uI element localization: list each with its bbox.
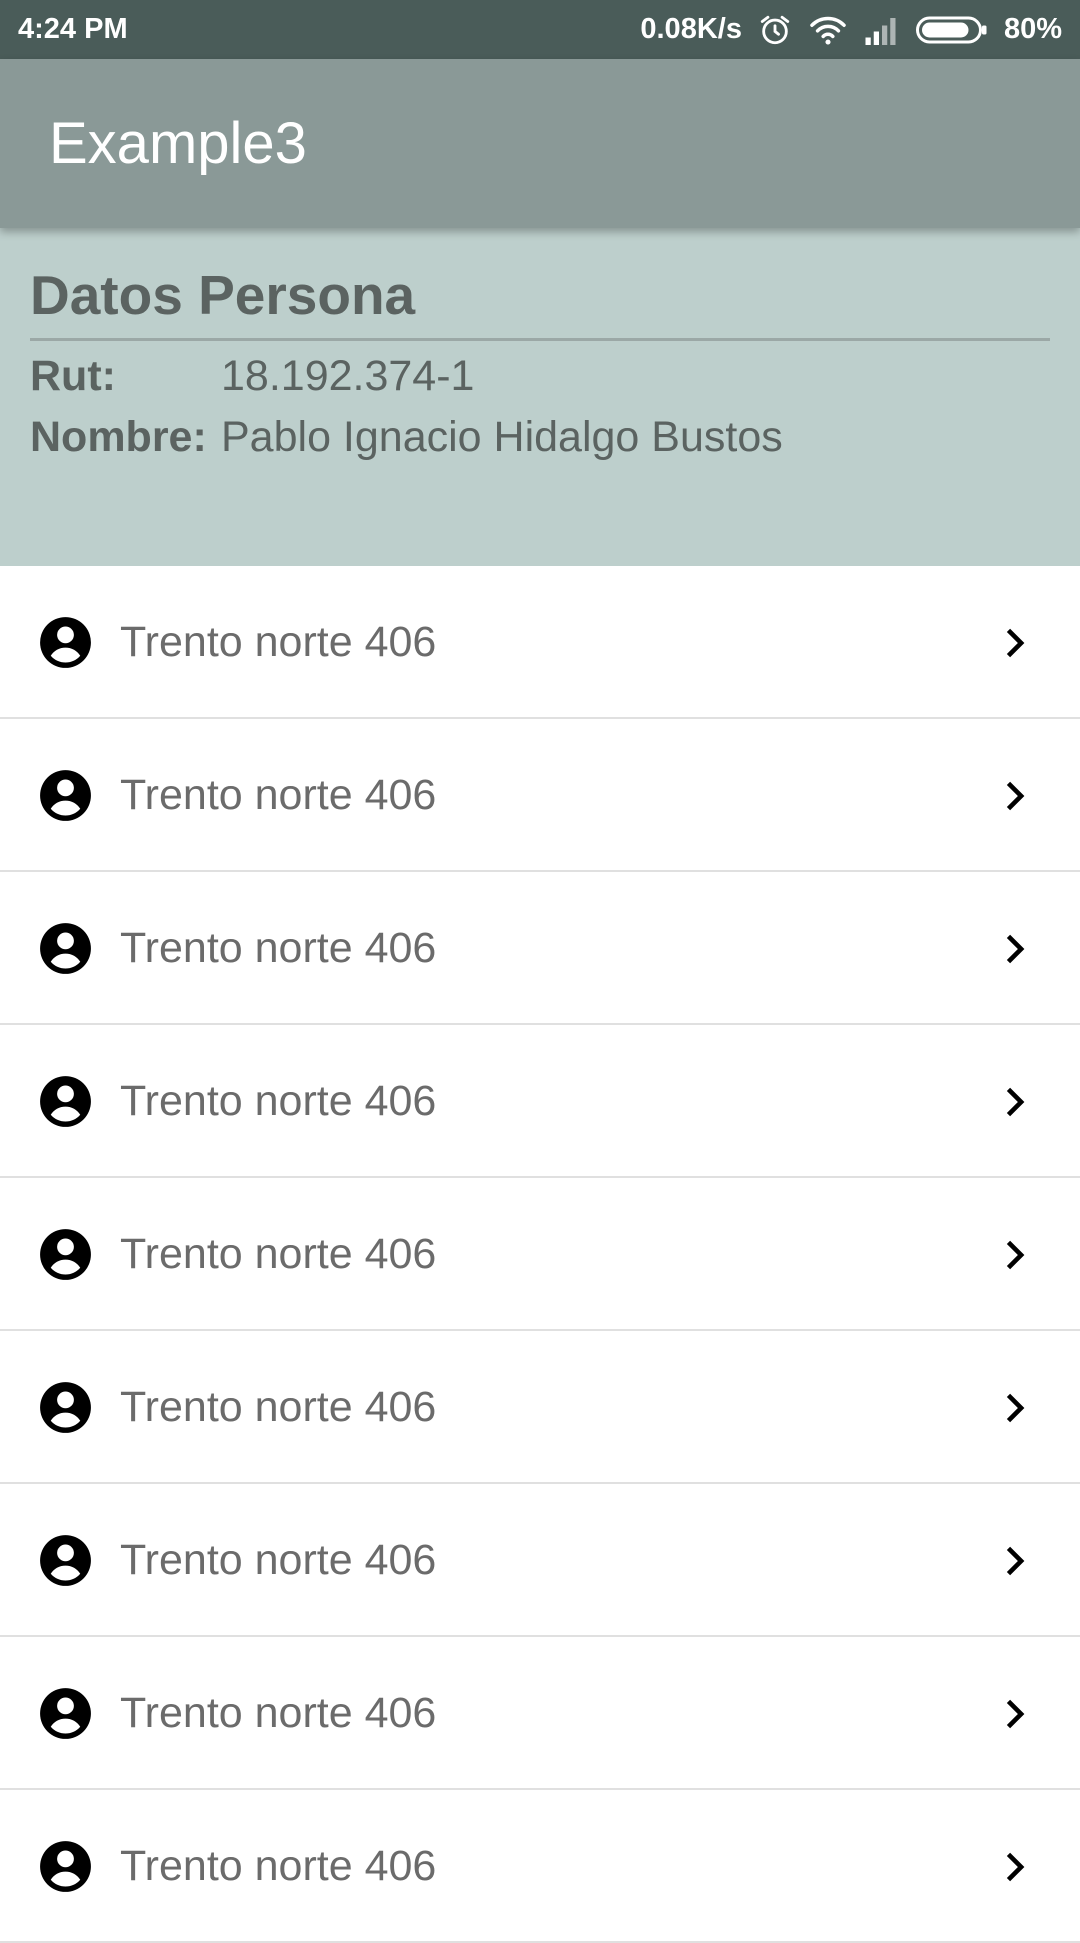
list-item[interactable]: Trento norte 406	[0, 1025, 1080, 1178]
list-item-label: Trento norte 406	[120, 1077, 437, 1125]
list-item[interactable]: Trento norte 406	[0, 566, 1080, 719]
app-bar: Example3	[0, 59, 1080, 228]
panel-title: Datos Persona	[30, 264, 416, 326]
list-item[interactable]: Trento norte 406	[0, 872, 1080, 1025]
wifi-icon	[808, 14, 848, 46]
chevron-right-icon	[1006, 1852, 1025, 1882]
battery-icon	[915, 15, 988, 45]
chevron-right-icon	[1006, 781, 1025, 811]
account-circle-icon	[40, 1688, 91, 1739]
chevron-right-icon	[1006, 1240, 1025, 1270]
list-item-label: Trento norte 406	[120, 1383, 437, 1431]
account-circle-icon	[40, 1535, 91, 1586]
app-title: Example3	[49, 111, 307, 176]
account-circle-icon	[40, 617, 91, 668]
nombre-value: Pablo Ignacio Hidalgo Bustos	[221, 413, 783, 461]
list-item-label: Trento norte 406	[120, 1536, 437, 1584]
person-details-panel: Datos Persona Rut: 18.192.374-1 Nombre: …	[0, 228, 1080, 566]
rut-label: Rut:	[30, 352, 116, 400]
list-item[interactable]: Trento norte 406	[0, 1790, 1080, 1943]
account-circle-icon	[40, 1229, 91, 1280]
rut-value: 18.192.374-1	[221, 352, 475, 400]
list-item-label: Trento norte 406	[120, 771, 437, 819]
list-item[interactable]: Trento norte 406	[0, 1331, 1080, 1484]
list-item-label: Trento norte 406	[120, 1842, 437, 1890]
signal-icon	[864, 15, 900, 45]
chevron-right-icon	[1006, 1393, 1025, 1423]
battery-percent: 80%	[1003, 13, 1062, 45]
status-time: 4:24 PM	[18, 13, 128, 45]
status-bar: 4:24 PM 0.08K/s 80%	[0, 0, 1080, 59]
list-item[interactable]: Trento norte 406	[0, 719, 1080, 872]
address-list: Trento norte 406 Trento norte 406 Trento…	[0, 566, 1080, 1943]
account-circle-icon	[40, 770, 91, 821]
chevron-right-icon	[1006, 1087, 1025, 1117]
chevron-right-icon	[1006, 628, 1025, 658]
list-item-label: Trento norte 406	[120, 1230, 437, 1278]
nombre-label: Nombre:	[30, 413, 207, 461]
list-item-label: Trento norte 406	[120, 618, 437, 666]
account-circle-icon	[40, 1076, 91, 1127]
list-item-label: Trento norte 406	[120, 924, 437, 972]
account-circle-icon	[40, 923, 91, 974]
status-icons: 0.08K/s 80%	[640, 13, 1062, 47]
list-item[interactable]: Trento norte 406	[0, 1484, 1080, 1637]
list-item-label: Trento norte 406	[120, 1689, 437, 1737]
list-item[interactable]: Trento norte 406	[0, 1178, 1080, 1331]
account-circle-icon	[40, 1382, 91, 1433]
chevron-right-icon	[1006, 1546, 1025, 1576]
account-circle-icon	[40, 1841, 91, 1892]
panel-divider	[30, 338, 1050, 341]
alarm-icon	[758, 13, 792, 47]
chevron-right-icon	[1006, 1699, 1025, 1729]
chevron-right-icon	[1006, 934, 1025, 964]
list-item[interactable]: Trento norte 406	[0, 1637, 1080, 1790]
network-speed: 0.08K/s	[640, 13, 742, 45]
